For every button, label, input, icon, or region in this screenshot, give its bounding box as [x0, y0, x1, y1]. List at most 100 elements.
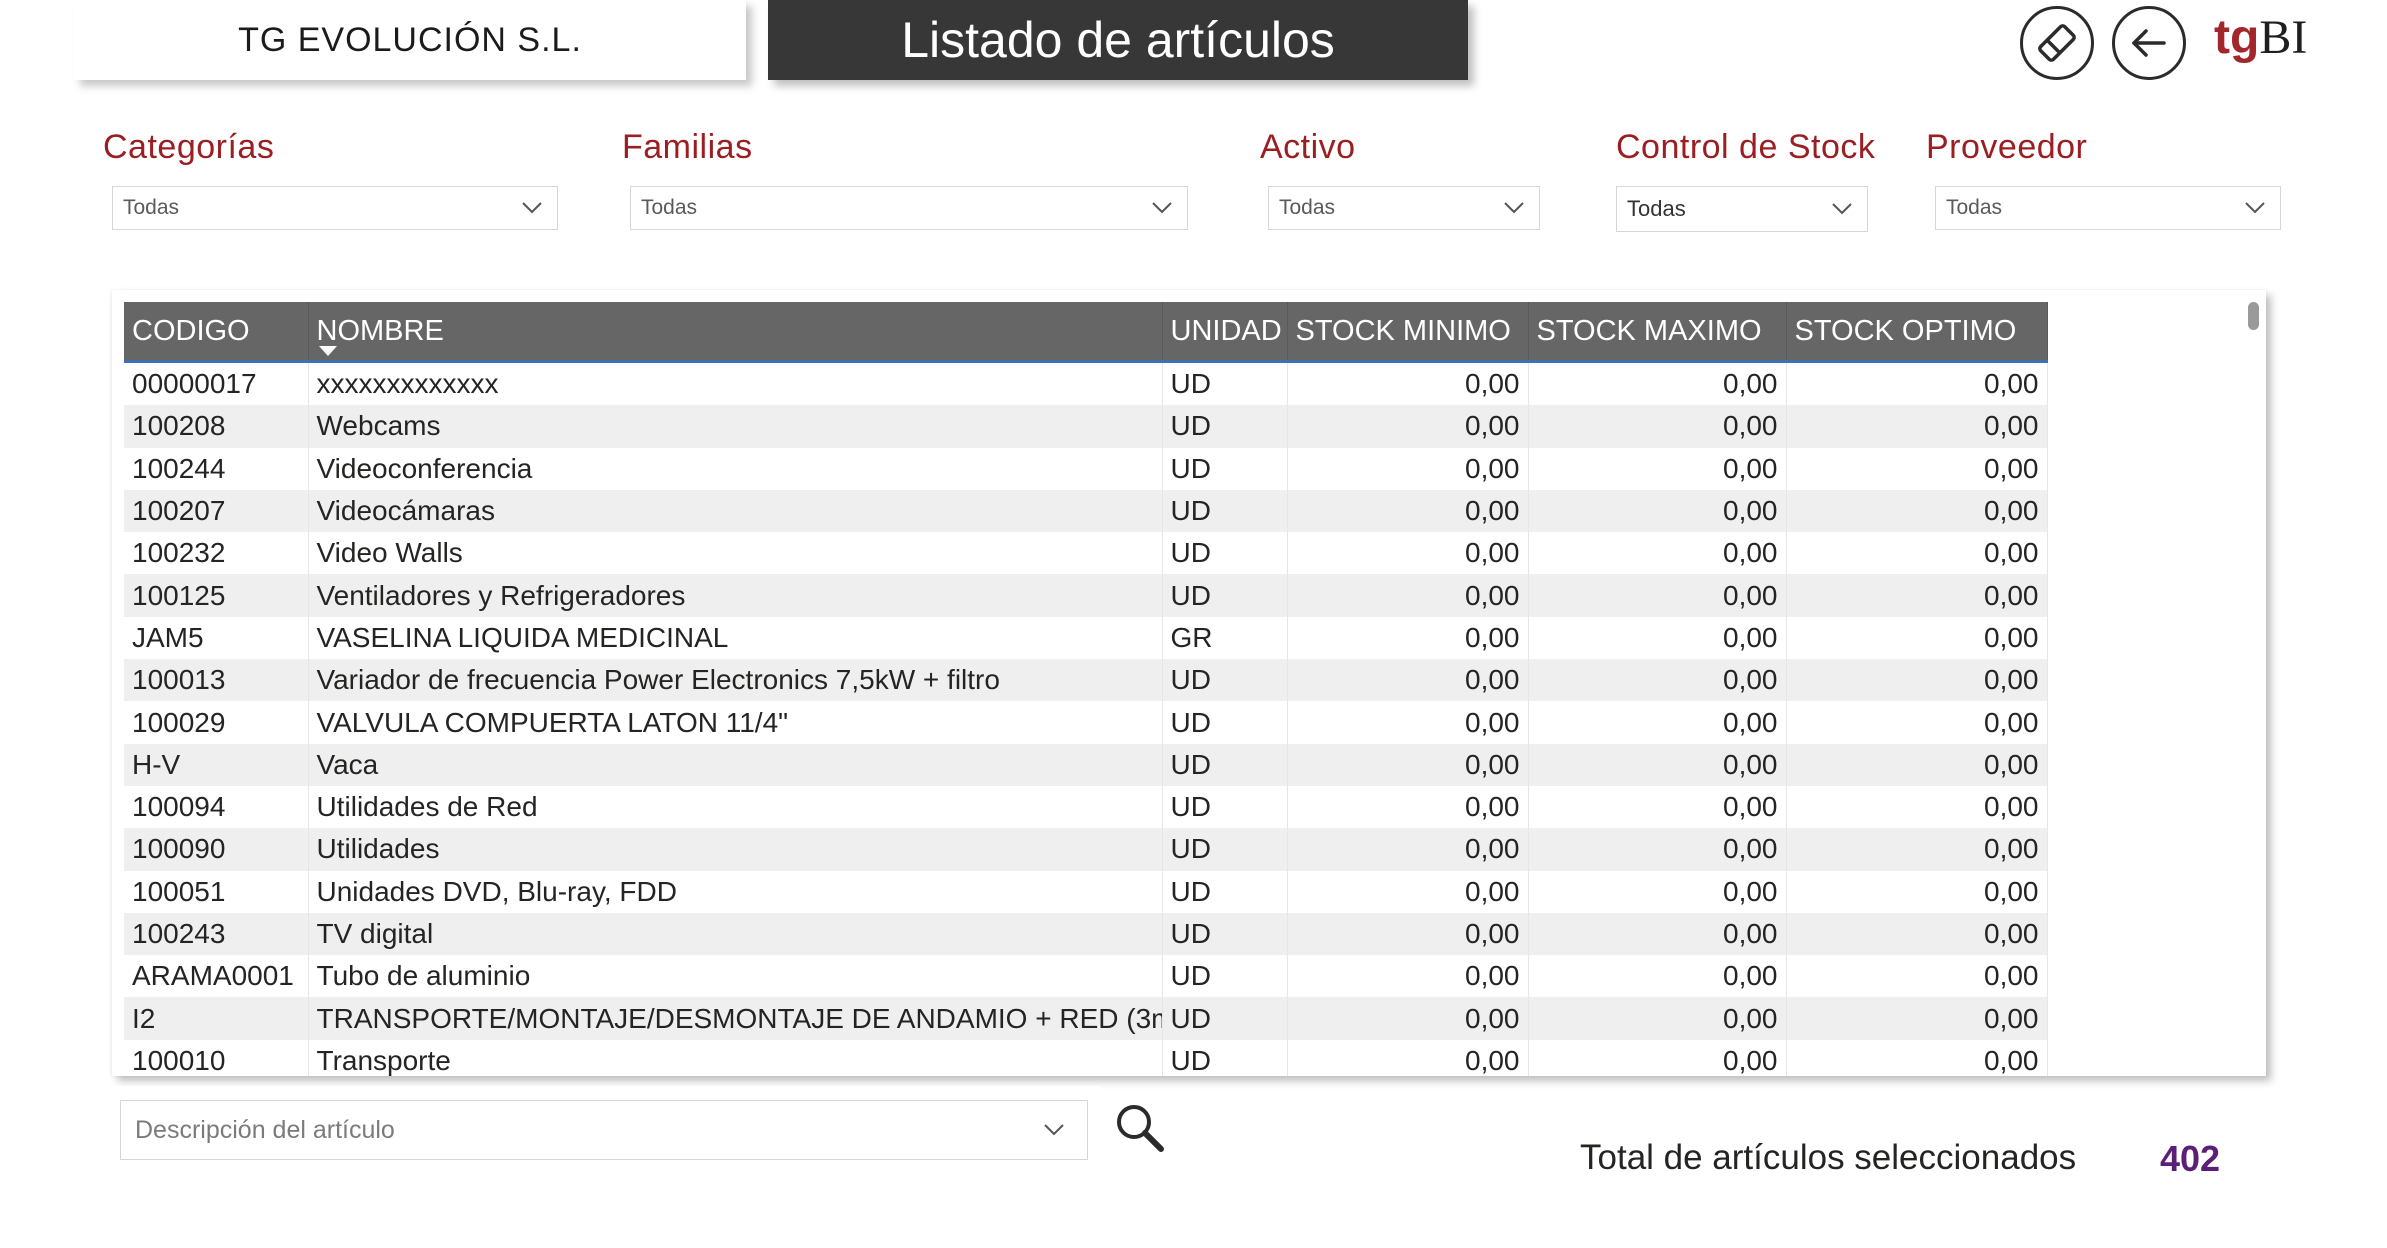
- cell-nombre: VALVULA COMPUERTA LATON 11/4": [308, 701, 1163, 744]
- table-row[interactable]: 100010 Transporte UD 0,00 0,00 0,00: [124, 1039, 2048, 1076]
- articles-table-visual: CODIGO NOMBRE UNIDAD STOCK MINIMO STOCK …: [112, 290, 2266, 1076]
- cell-stock-maximo: 0,00: [1528, 785, 1787, 829]
- filter-familias-value: Todas: [641, 196, 698, 219]
- cell-codigo: 100010: [124, 1039, 309, 1076]
- table-row[interactable]: 100090 Utilidades UD 0,00 0,00 0,00: [124, 828, 2048, 871]
- cell-stock-maximo: 0,00: [1528, 1039, 1787, 1076]
- column-header-codigo[interactable]: CODIGO: [124, 302, 309, 362]
- column-header-nombre[interactable]: NOMBRE: [308, 302, 1163, 362]
- cell-codigo: JAM5: [124, 616, 309, 660]
- cell-stock-maximo: 0,00: [1528, 743, 1787, 786]
- cell-nombre: Utilidades: [308, 828, 1163, 871]
- table-row[interactable]: 100208 Webcams UD 0,00 0,00 0,00: [124, 405, 2048, 448]
- cell-codigo: 100051: [124, 870, 309, 913]
- filter-control-stock-dropdown[interactable]: Todas: [1616, 186, 1868, 232]
- cell-nombre: Video Walls: [308, 532, 1163, 575]
- filter-proveedor-value: Todas: [1946, 196, 2003, 219]
- cell-stock-minimo: 0,00: [1287, 489, 1529, 533]
- clear-filters-button[interactable]: [2020, 6, 2094, 80]
- filter-familias-dropdown[interactable]: Todas: [630, 186, 1188, 230]
- cell-nombre: Unidades DVD, Blu-ray, FDD: [308, 870, 1163, 913]
- table-row[interactable]: 100243 TV digital UD 0,00 0,00 0,00: [124, 912, 2048, 956]
- cell-codigo: 100125: [124, 574, 309, 617]
- cell-stock-maximo: 0,00: [1528, 912, 1787, 956]
- cell-codigo: ARAMA0001: [124, 955, 309, 998]
- cell-unidad: UD: [1162, 828, 1288, 871]
- filter-categorias-dropdown[interactable]: Todas: [112, 186, 558, 230]
- cell-stock-optimo: 0,00: [1786, 659, 2048, 702]
- tgbi-logo: tgBI: [2214, 11, 2308, 64]
- table-row[interactable]: H-V Vaca UD 0,00 0,00 0,00: [124, 743, 2048, 786]
- cell-stock-maximo: 0,00: [1528, 532, 1787, 575]
- column-header-stock-maximo[interactable]: STOCK MAXIMO: [1528, 302, 1787, 362]
- cell-stock-optimo: 0,00: [1786, 1039, 2048, 1076]
- cell-unidad: UD: [1162, 489, 1288, 533]
- cell-unidad: UD: [1162, 743, 1288, 786]
- table-row[interactable]: 100013 Variador de frecuencia Power Elect…: [124, 659, 2048, 702]
- table-row[interactable]: 100244 Videoconferencia UD 0,00 0,00 0,00: [124, 447, 2048, 490]
- cell-nombre: Utilidades de Red: [308, 785, 1163, 829]
- cell-nombre: Tubo de aluminio: [308, 955, 1163, 998]
- cell-stock-minimo: 0,00: [1287, 955, 1529, 998]
- column-header-unidad[interactable]: UNIDAD: [1162, 302, 1288, 362]
- table-scrollbar[interactable]: [2248, 302, 2259, 330]
- sort-descending-icon: [318, 346, 337, 356]
- cell-nombre: Variador de frecuencia Power Electronics…: [308, 659, 1163, 702]
- cell-stock-optimo: 0,00: [1786, 616, 2048, 660]
- cell-nombre: Vaca: [308, 743, 1163, 786]
- cell-unidad: UD: [1162, 405, 1288, 448]
- cell-stock-minimo: 0,00: [1287, 785, 1529, 829]
- table-row[interactable]: 100051 Unidades DVD, Blu-ray, FDD UD 0,00 0,…: [124, 870, 2048, 913]
- cell-stock-minimo: 0,00: [1287, 828, 1529, 871]
- cell-nombre: Webcams: [308, 405, 1163, 448]
- table-row[interactable]: 100207 Videocámaras UD 0,00 0,00 0,00: [124, 489, 2048, 533]
- table-header-row: CODIGO NOMBRE UNIDAD STOCK MINIMO STOCK …: [124, 302, 2048, 362]
- filter-categorias-value: Todas: [123, 196, 180, 219]
- cell-stock-maximo: 0,00: [1528, 659, 1787, 702]
- search-icon[interactable]: [1112, 1100, 1168, 1156]
- table-row[interactable]: JAM5 VASELINA LIQUIDA MEDICINAL GR 0,00 0,00…: [124, 616, 2048, 660]
- cell-nombre: VASELINA LIQUIDA MEDICINAL: [308, 616, 1163, 660]
- page-title: Listado de artículos: [768, 0, 1468, 80]
- filter-activo-dropdown[interactable]: Todas: [1268, 186, 1540, 230]
- cell-stock-optimo: 0,00: [1786, 405, 2048, 448]
- cell-unidad: UD: [1162, 532, 1288, 575]
- cell-stock-optimo: 0,00: [1786, 489, 2048, 533]
- filter-label-control-stock: Control de Stock: [1616, 128, 1876, 166]
- filter-proveedor-dropdown[interactable]: Todas: [1935, 186, 2281, 230]
- cell-stock-optimo: 0,00: [1786, 574, 2048, 617]
- cell-stock-maximo: 0,00: [1528, 616, 1787, 660]
- cell-nombre: TV digital: [308, 912, 1163, 956]
- column-header-stock-minimo[interactable]: STOCK MINIMO: [1287, 302, 1529, 362]
- cell-nombre: Transporte: [308, 1039, 1163, 1076]
- cell-stock-optimo: 0,00: [1786, 361, 2048, 406]
- cell-unidad: GR: [1162, 616, 1288, 660]
- cell-unidad: UD: [1162, 912, 1288, 956]
- table-row[interactable]: 00000017 xxxxxxxxxxxxx UD 0,00 0,00 0,00: [124, 361, 2048, 406]
- cell-stock-optimo: 0,00: [1786, 955, 2048, 998]
- cell-codigo: H-V: [124, 743, 309, 786]
- table-row[interactable]: 100125 Ventiladores y Refrigeradores UD 0,0…: [124, 574, 2048, 617]
- column-header-stock-optimo[interactable]: STOCK OPTIMO: [1786, 302, 2048, 362]
- cell-unidad: UD: [1162, 701, 1288, 744]
- cell-unidad: UD: [1162, 447, 1288, 490]
- cell-unidad: UD: [1162, 361, 1288, 406]
- table-row[interactable]: I2 TRANSPORTE/MONTAJE/DESMONTAJE DE ANDAM…: [124, 997, 2048, 1040]
- table-row[interactable]: 100232 Video Walls UD 0,00 0,00 0,00: [124, 532, 2048, 575]
- cell-stock-minimo: 0,00: [1287, 405, 1529, 448]
- cell-stock-optimo: 0,00: [1786, 912, 2048, 956]
- article-description-dropdown[interactable]: Descripción del artículo: [120, 1100, 1088, 1160]
- cell-codigo: 100013: [124, 659, 309, 702]
- cell-stock-maximo: 0,00: [1528, 405, 1787, 448]
- table-row[interactable]: 100094 Utilidades de Red UD 0,00 0,00 0,00: [124, 785, 2048, 829]
- chevron-down-icon: [1504, 202, 1524, 214]
- chevron-down-icon: [1832, 203, 1852, 215]
- cell-unidad: UD: [1162, 997, 1288, 1040]
- table-row[interactable]: ARAMA0001 Tubo de aluminio UD 0,00 0,00 0,00: [124, 955, 2048, 998]
- table-row[interactable]: 100029 VALVULA COMPUERTA LATON 11/4" UD 0,0…: [124, 701, 2048, 744]
- cell-stock-maximo: 0,00: [1528, 701, 1787, 744]
- back-button[interactable]: [2112, 6, 2186, 80]
- cell-stock-optimo: 0,00: [1786, 870, 2048, 913]
- cell-unidad: UD: [1162, 870, 1288, 913]
- cell-stock-maximo: 0,00: [1528, 955, 1787, 998]
